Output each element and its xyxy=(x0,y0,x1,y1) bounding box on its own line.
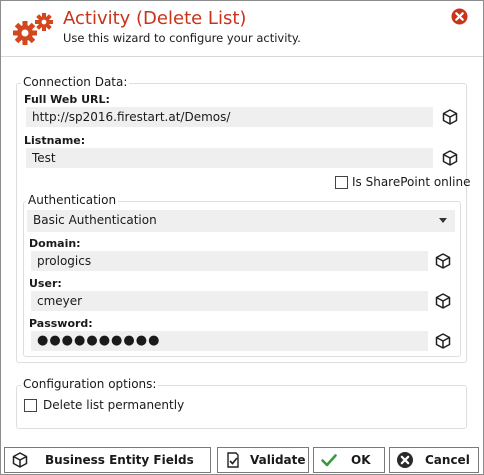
cube-icon[interactable] xyxy=(434,292,452,310)
sharepoint-online-label: Is SharePoint online xyxy=(352,175,471,189)
ok-button[interactable]: OK xyxy=(313,447,385,473)
authentication-select[interactable]: Basic Authentication xyxy=(27,210,455,232)
listname-label: Listname: xyxy=(24,134,86,147)
web-url-field[interactable]: http://sp2016.firestart.at/Demos/ xyxy=(26,107,433,127)
check-icon xyxy=(321,454,337,467)
dialog-title: Activity (Delete List) xyxy=(63,8,247,29)
dialog-header: Activity (Delete List) Use this wizard t… xyxy=(1,1,483,57)
listname-field[interactable]: Test xyxy=(26,148,433,168)
delete-permanently-label: Delete list permanently xyxy=(43,398,185,412)
validate-icon xyxy=(227,452,239,468)
connection-data-legend: Connection Data: xyxy=(21,75,130,89)
domain-label: Domain: xyxy=(29,237,81,250)
business-entity-fields-button[interactable]: Business Entity Fields xyxy=(4,447,211,473)
cancel-icon xyxy=(397,452,413,468)
cancel-label: Cancel xyxy=(425,453,470,467)
dialog-footer: Business Entity Fields Validate OK Cance… xyxy=(1,444,483,474)
password-field[interactable]: ●●●●●●●●●● xyxy=(31,331,428,351)
validate-label: Validate xyxy=(250,453,306,467)
web-url-label: Full Web URL: xyxy=(24,93,110,106)
domain-field[interactable]: prologics xyxy=(31,251,428,271)
cancel-button[interactable]: Cancel xyxy=(389,447,479,473)
configuration-options-legend: Configuration options: xyxy=(21,377,159,391)
user-field[interactable]: cmeyer xyxy=(31,291,428,311)
ok-label: OK xyxy=(351,453,371,467)
user-label: User: xyxy=(29,277,62,290)
authentication-selected-value: Basic Authentication xyxy=(33,213,157,227)
sharepoint-online-checkbox[interactable] xyxy=(335,176,348,189)
delete-permanently-checkbox[interactable] xyxy=(24,399,37,412)
password-label: Password: xyxy=(29,317,93,330)
cube-icon[interactable] xyxy=(434,332,452,350)
chevron-down-icon xyxy=(439,218,447,223)
close-icon[interactable] xyxy=(451,8,468,25)
validate-button[interactable]: Validate xyxy=(217,447,309,473)
gear-icon xyxy=(13,13,53,45)
business-entity-fields-label: Business Entity Fields xyxy=(45,453,194,467)
cube-icon[interactable] xyxy=(434,252,452,270)
cube-icon[interactable] xyxy=(441,108,459,126)
cube-icon[interactable] xyxy=(441,149,459,167)
activity-dialog: Activity (Delete List) Use this wizard t… xyxy=(0,0,484,475)
cube-icon xyxy=(12,452,28,468)
dialog-subtitle: Use this wizard to configure your activi… xyxy=(63,31,301,45)
authentication-legend: Authentication xyxy=(26,193,119,207)
